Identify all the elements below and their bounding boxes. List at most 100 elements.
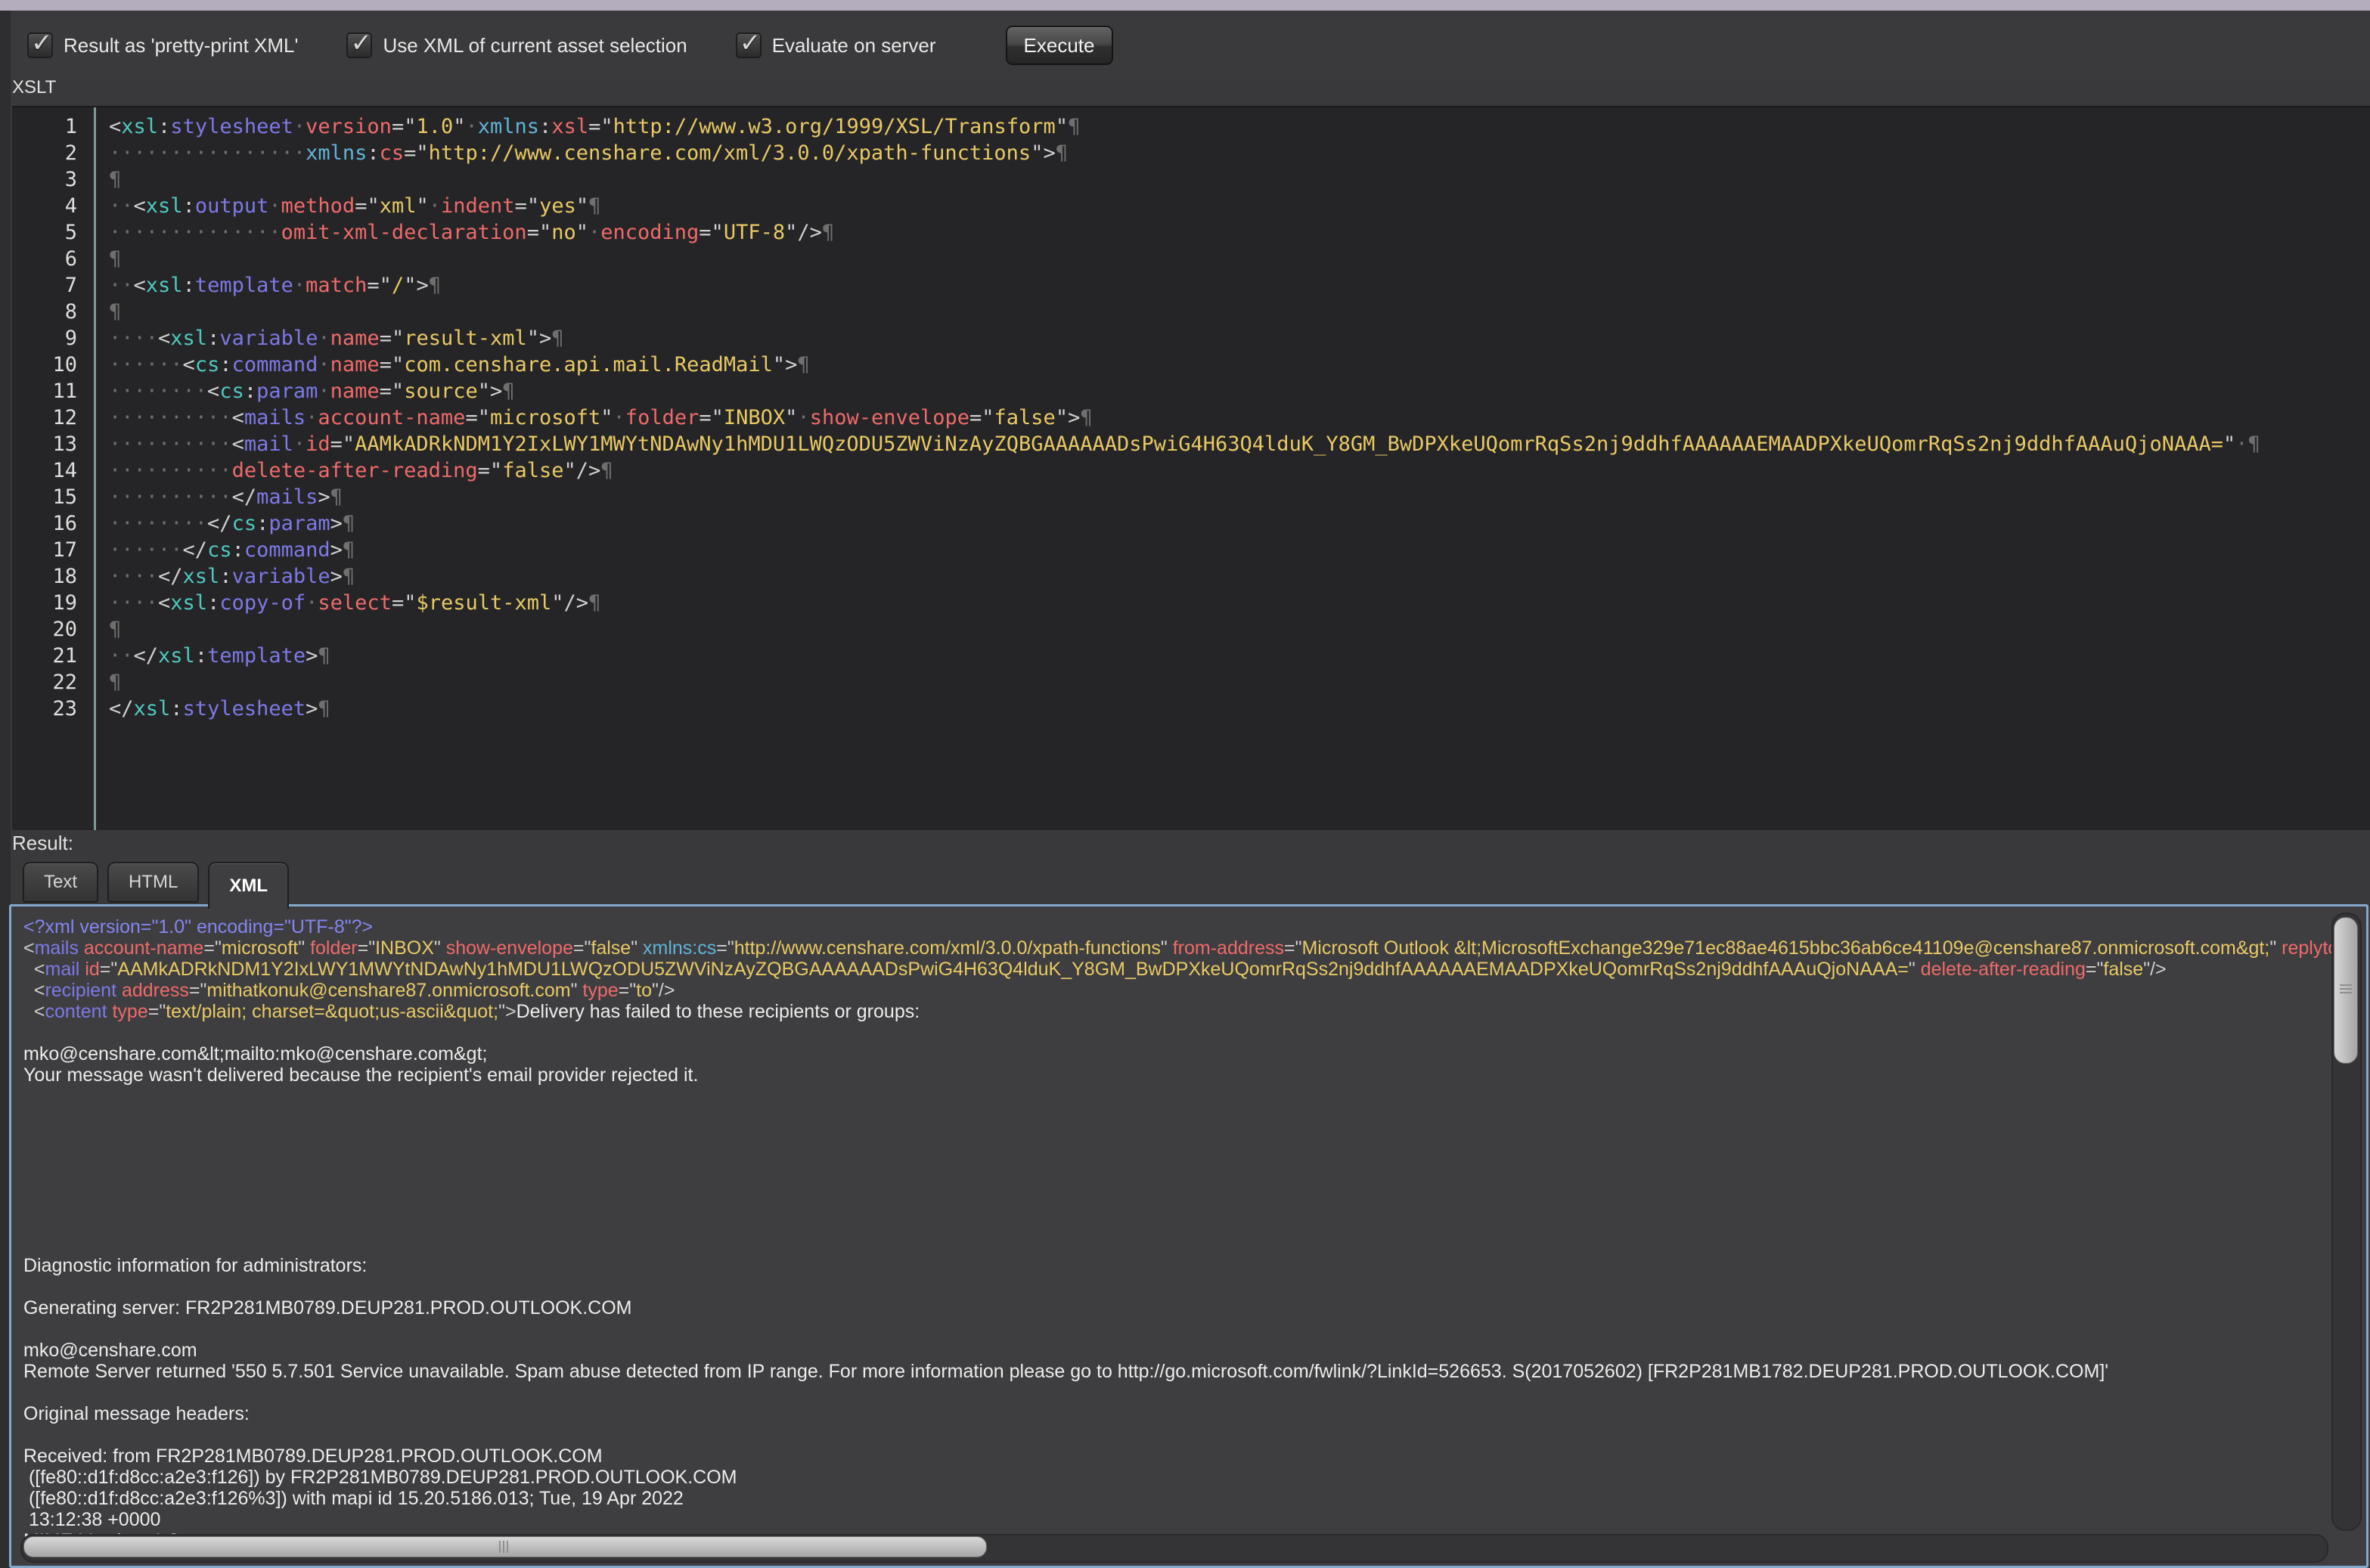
code-line: 1 <xsl:stylesheet·version="1.0"·xmlns:xsl…: [12, 113, 2370, 140]
result-line: [23, 1170, 2331, 1191]
code-line: 5··············omit-xml-declaration="no"…: [12, 219, 2370, 246]
code-text: ¶: [109, 616, 121, 643]
result-line: [23, 1213, 2331, 1234]
result-line: [23, 1086, 2331, 1107]
toolbar: ✓Result as 'pretty-print XML'✓Use XML of…: [12, 11, 2370, 80]
code-line: 12··········<mails·account-name="microso…: [12, 404, 2370, 431]
code-line: 6¶: [12, 246, 2370, 272]
code-line: 3¶: [12, 166, 2370, 193]
code-line: 9····<xsl:variable·name="result-xml">¶: [12, 325, 2370, 352]
result-line: [23, 1424, 2331, 1446]
line-number: 22: [12, 669, 89, 696]
line-number: 17: [12, 537, 89, 563]
line-number: 13: [12, 431, 89, 457]
code-text: ··········delete-after-reading="false"/>…: [109, 457, 613, 484]
result-panel: <?xml version="1.0" encoding="UTF-8"?><m…: [9, 904, 2368, 1568]
horizontal-scrollbar[interactable]: [20, 1534, 2328, 1563]
result-line: <mails account-name="microsoft" folder="…: [23, 937, 2331, 959]
checkbox-use-xml-of-current-asset-selection[interactable]: ✓: [346, 33, 372, 58]
line-number: 1: [12, 113, 89, 140]
result-line: Your message wasn't delivered because th…: [23, 1064, 2331, 1086]
xslt-code-editor[interactable]: 1 <xsl:stylesheet·version="1.0"·xmlns:xsl…: [12, 106, 2370, 830]
line-number: 20: [12, 616, 89, 643]
line-number: 14: [12, 457, 89, 484]
line-number: 12: [12, 404, 89, 431]
checkbox-evaluate-on-server[interactable]: ✓: [736, 33, 762, 58]
line-number: 18: [12, 563, 89, 590]
result-line: Remote Server returned '550 5.7.501 Serv…: [23, 1361, 2331, 1382]
line-number: 21: [12, 643, 89, 669]
result-line: <content type="text/plain; charset=&quot…: [23, 1001, 2331, 1022]
code-line: 11 ········<cs:param·name="source">¶: [12, 378, 2370, 404]
code-line: 16········</cs:param>¶: [12, 510, 2370, 537]
line-number: 6: [12, 246, 89, 272]
code-line: 2 ················xmlns:cs="http://www.ce…: [12, 140, 2370, 166]
code-text: ······</cs:command>¶: [109, 537, 355, 563]
result-line: [23, 1319, 2331, 1340]
checkbox-label: Evaluate on server: [772, 34, 936, 57]
result-xml-view: <?xml version="1.0" encoding="UTF-8"?><m…: [23, 916, 2331, 1537]
line-number: 2: [12, 140, 89, 166]
code-text: ················xmlns:cs="http://www.cen…: [109, 140, 1068, 166]
checkbox-item-evaluate-on-server: ✓ Evaluate on server: [736, 33, 936, 58]
result-line: <?xml version="1.0" encoding="UTF-8"?>: [23, 916, 2331, 937]
code-text: ¶: [109, 246, 121, 272]
line-number: 10: [12, 352, 89, 378]
code-text: ¶: [109, 299, 121, 325]
code-line: 23</xsl:stylesheet>¶: [12, 696, 2370, 722]
window-top-strip: [0, 0, 2370, 11]
code-line: 14 ··········delete-after-reading="false"…: [12, 457, 2370, 484]
code-text: ··············omit-xml-declaration="no"·…: [109, 219, 834, 246]
line-number: 23: [12, 696, 89, 722]
code-text: ¶: [109, 166, 121, 193]
code-line: 21··</xsl:template>¶: [12, 643, 2370, 669]
tab-html[interactable]: HTML: [107, 862, 199, 903]
code-text: ····<xsl:copy-of·select="$result-xml"/>¶: [109, 590, 600, 616]
result-line: 13:12:38 +0000: [23, 1509, 2331, 1530]
result-line: Generating server: FR2P281MB0789.DEUP281…: [23, 1297, 2331, 1319]
xslt-panel-label: XSLT: [12, 77, 56, 98]
checkbox-label: Use XML of current asset selection: [383, 34, 687, 57]
toolbar-checkboxes: ✓Result as 'pretty-print XML'✓Use XML of…: [27, 33, 985, 58]
result-tabs: TextHTMLXML: [23, 862, 298, 907]
tab-xml[interactable]: XML: [208, 862, 289, 909]
code-line: 22¶: [12, 669, 2370, 696]
code-line: 10 ······<cs:command·name="com.censhare.a…: [12, 352, 2370, 378]
execute-button[interactable]: Execute: [1006, 26, 1113, 65]
line-number: 8: [12, 299, 89, 325]
code-line: 15··········</mails>¶: [12, 484, 2370, 510]
result-line: mko@censhare.com: [23, 1340, 2331, 1361]
result-line: [23, 1234, 2331, 1255]
vertical-scrollbar[interactable]: [2331, 913, 2362, 1531]
tab-text[interactable]: Text: [23, 862, 98, 903]
code-text: <xsl:stylesheet·version="1.0"·xmlns:xsl=…: [109, 113, 1080, 140]
line-number: 9: [12, 325, 89, 352]
result-line: [23, 1149, 2331, 1170]
result-label: Result:: [12, 832, 73, 855]
scrollbar-grip-icon: [2340, 984, 2352, 993]
code-line: 7··<xsl:template·match="/">¶: [12, 272, 2370, 299]
line-number: 4: [12, 193, 89, 219]
horizontal-scrollbar-thumb[interactable]: [23, 1536, 987, 1557]
result-line: [23, 1276, 2331, 1297]
checkmark-icon: ✓: [350, 28, 372, 58]
result-line: [23, 1382, 2331, 1403]
vertical-scrollbar-thumb[interactable]: [2334, 917, 2358, 1064]
result-line: <mail id="AAMkADRkNDM1Y2IxLWY1MWYtNDAwNy…: [23, 959, 2331, 980]
code-line: 13··········<mail·id="AAMkADRkNDM1Y2IxLW…: [12, 431, 2370, 457]
checkmark-icon: ✓: [31, 28, 53, 58]
code-text: ······<cs:command·name="com.censhare.api…: [109, 352, 810, 378]
code-text: ········<cs:param·name="source">¶: [109, 378, 515, 404]
code-line: 18····</xsl:variable>¶: [12, 563, 2370, 590]
line-number: 3: [12, 166, 89, 193]
result-line: [23, 1107, 2331, 1128]
checkbox-item-use-xml-of-current-asset-selection: ✓ Use XML of current asset selection: [346, 33, 687, 58]
checkmark-icon: ✓: [740, 28, 762, 58]
result-line: Received: from FR2P281MB0789.DEUP281.PRO…: [23, 1446, 2331, 1467]
result-line: mko@censhare.com&lt;mailto:mko@censhare.…: [23, 1043, 2331, 1064]
checkbox-result-as-pretty-print-xml[interactable]: ✓: [27, 33, 53, 58]
code-line: 20 ¶: [12, 616, 2370, 643]
line-number: 11: [12, 378, 89, 404]
line-number: 15: [12, 484, 89, 510]
code-line: 19····<xsl:copy-of·select="$result-xml"/…: [12, 590, 2370, 616]
